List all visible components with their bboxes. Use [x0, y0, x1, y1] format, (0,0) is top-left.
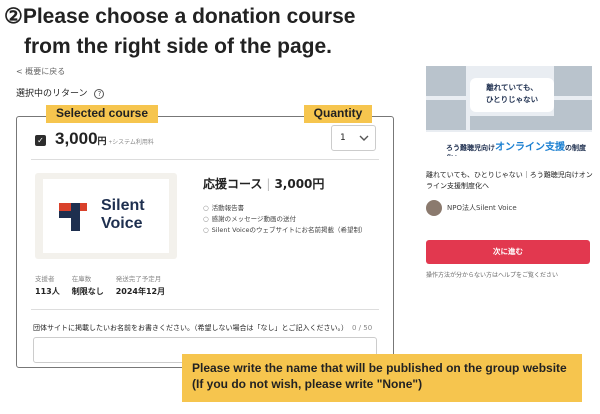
stat-label: 支援者 [35, 275, 55, 283]
course-panel: ✓ 3,000円 +システム利用料 1 Silent Voice 応援コース | 3,… [16, 116, 394, 368]
reward-list: 活動報告書 感謝のメッセージ動画の送付 Silent Voiceのウェブサイトに… [203, 203, 367, 236]
project-title[interactable]: 離れていても、ひとりじゃない｜ろう難聴児向けオンライン支援制度化へ [426, 170, 596, 192]
help-icon[interactable]: ? [94, 89, 105, 99]
chevron-down-icon [359, 126, 369, 160]
course-price: 3,000円 +システム利用料 [55, 129, 154, 149]
banner-photo [426, 66, 466, 96]
quantity-callout: Quantity [304, 105, 372, 123]
course-stats: 支援者 113人 在庫数 制限なし 発送完了予定月 2024年12月 [35, 273, 165, 297]
reward-item: 活動報告書 [203, 203, 366, 214]
selected-return-title: 選択中のリターン ? [16, 86, 105, 99]
banner-photo [554, 66, 592, 96]
price-currency: 円 [97, 136, 107, 146]
callout-line-2: (If you do not wish, please write "None"… [192, 377, 423, 391]
banner-caption-prefix: ろう難聴児向け [446, 144, 495, 152]
avatar [426, 200, 442, 216]
instruction-heading: ②Please choose a donation course from th… [4, 2, 355, 62]
next-button[interactable]: 次に進む [426, 240, 590, 264]
quantity-value: 1 [340, 133, 346, 143]
silent-voice-logo-mark-icon [59, 203, 87, 231]
stat-value: 制限なし [71, 287, 104, 296]
organization-info[interactable]: NPO法人Silent Voice [426, 200, 517, 216]
name-field-prompt: 団体サイトに掲載したいお名前をお書きください。（希望しない場合は「なし」とご記入… [33, 324, 348, 332]
banner-caption: ろう難聴児向けオンライン支援の制度化へ [446, 138, 592, 156]
banner-caption-highlight: オンライン支援 [495, 142, 565, 153]
course-name-price: 3,000円 [274, 177, 325, 191]
course-name: 応援コース [203, 177, 263, 191]
back-to-overview-link[interactable]: < 概要に戻る [16, 66, 65, 77]
system-fee-note: +システム利用料 [108, 140, 154, 146]
course-title: 応援コース | 3,000円 [203, 177, 325, 191]
stat-supporters: 支援者 113人 [35, 273, 60, 297]
divider [31, 309, 379, 310]
name-field-callout: Please write the name that will be publi… [182, 354, 582, 402]
name-field-label: 団体サイトに掲載したいお名前をお書きください。（希望しない場合は「なし」とご記入… [33, 323, 372, 333]
price-amount: 3,000 [55, 129, 98, 148]
project-banner-image[interactable]: 離れていても、 ひとりじゃない ろう難聴児向けオンライン支援の制度化へ [426, 66, 592, 156]
character-counter: 0 / 50 [352, 324, 373, 332]
logo-wordmark: Silent Voice [101, 197, 145, 233]
divider [31, 159, 379, 160]
selected-course-callout: Selected course [46, 105, 158, 123]
selected-return-label: 選択中のリターン [16, 89, 88, 99]
course-checkbox[interactable]: ✓ [35, 135, 46, 146]
banner-caption-strip: ろう難聴児向けオンライン支援の制度化へ [426, 132, 592, 156]
reward-item: 感謝のメッセージ動画の送付 [203, 214, 366, 225]
banner-photo [470, 116, 554, 130]
stat-label: 在庫数 [71, 275, 92, 283]
heading-line-1: ②Please choose a donation course [4, 5, 356, 28]
banner-photo [554, 100, 592, 130]
stat-stock: 在庫数 制限なし [72, 273, 104, 297]
stat-value: 2024年12月 [115, 287, 166, 296]
stat-label: 発送完了予定月 [115, 275, 162, 283]
logo-word-1: Silent [101, 197, 145, 214]
banner-headline-2: ひとりじゃない [485, 95, 539, 104]
banner-headline-1: 離れていても、 [486, 83, 538, 92]
quantity-select[interactable]: 1 [331, 125, 376, 151]
stat-delivery: 発送完了予定月 2024年12月 [116, 273, 165, 297]
banner-photo [426, 100, 466, 130]
stat-value: 113人 [35, 287, 60, 296]
reward-item: Silent Voiceのウェブサイトにお名前掲載（希望制） [203, 225, 367, 236]
org-logo-frame: Silent Voice [35, 173, 177, 259]
callout-line-1: Please write the name that will be publi… [192, 361, 567, 375]
logo-word-2: Voice [101, 215, 143, 232]
banner-headline: 離れていても、 ひとりじゃない [470, 78, 554, 112]
heading-line-2: from the right side of the page. [24, 35, 333, 58]
silent-voice-logo: Silent Voice [43, 179, 169, 253]
help-link-text[interactable]: 操作方法が分からない方はヘルプをご覧ください [426, 270, 558, 279]
organization-name: NPO法人Silent Voice [447, 204, 517, 212]
